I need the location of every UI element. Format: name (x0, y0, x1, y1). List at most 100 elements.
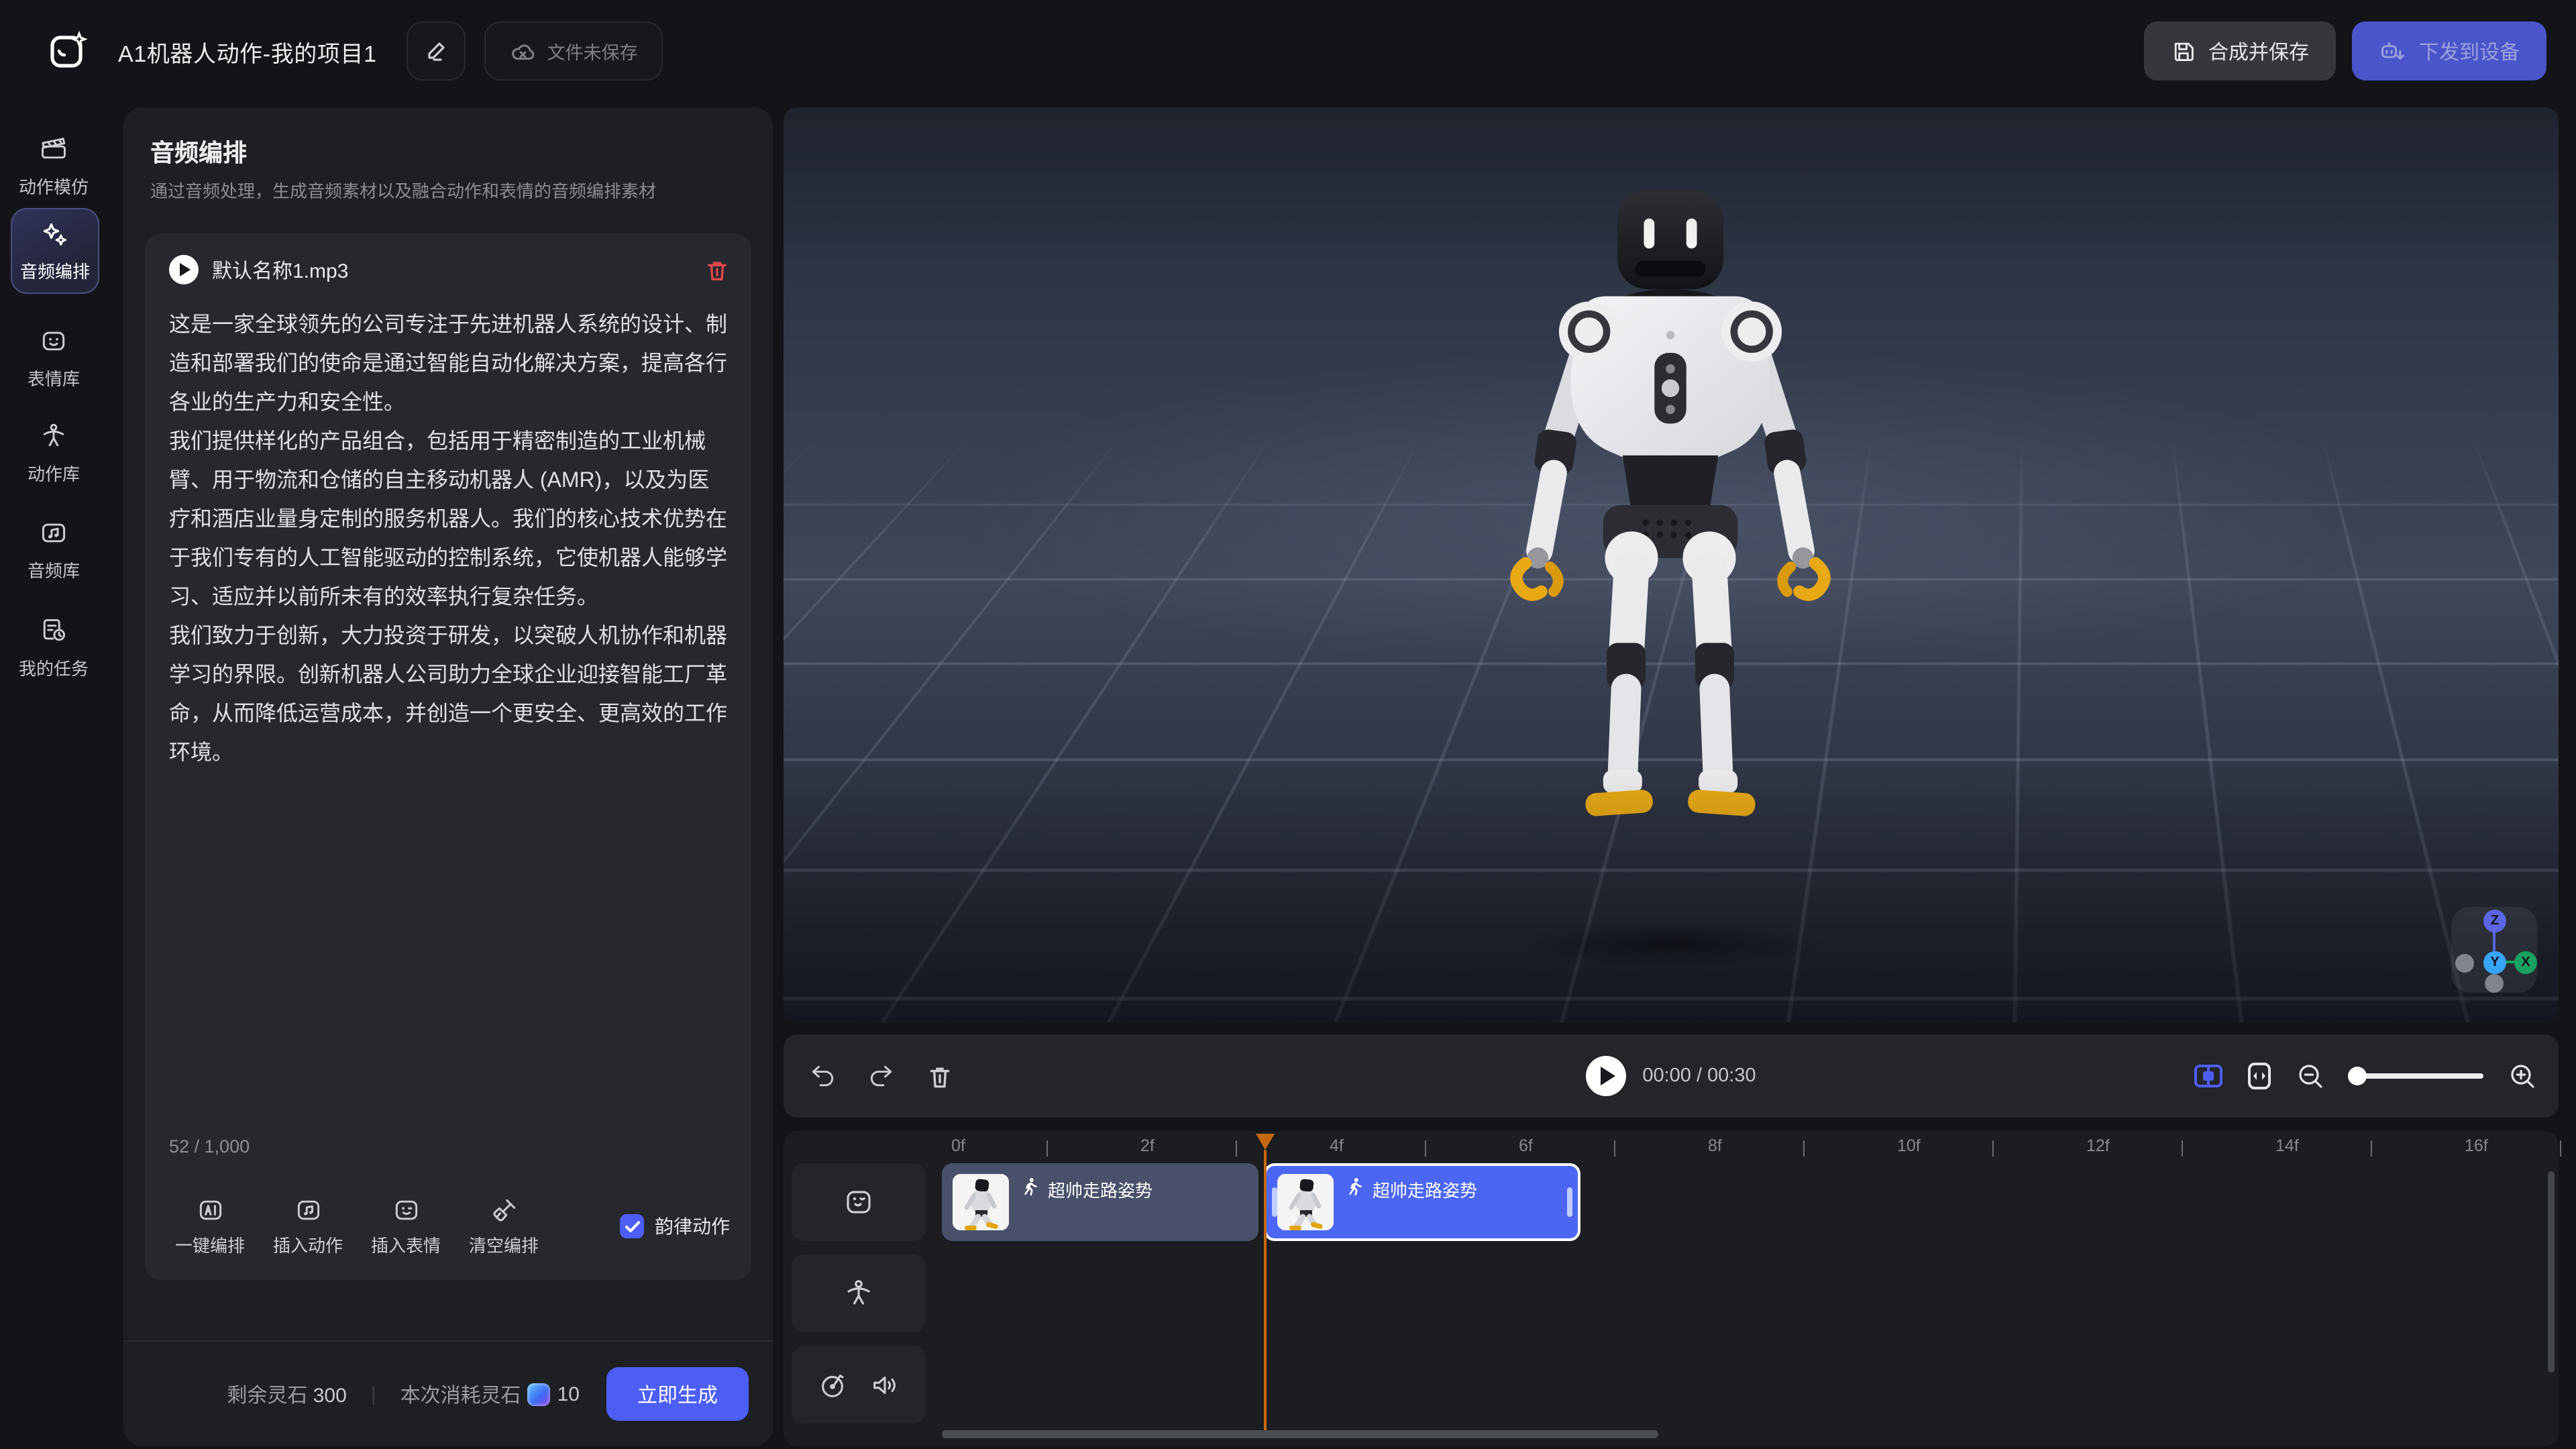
sidebar-item-motion-library[interactable]: 动作库 (0, 421, 107, 486)
sidebar-label: 我的任务 (19, 655, 89, 680)
timeline-clip-selected[interactable]: 超帅走路姿势 (1264, 1163, 1580, 1241)
sidebar-label: 音频编排 (20, 257, 90, 282)
cost-label: 本次消耗灵石 (400, 1380, 521, 1408)
cloud-x-icon (510, 38, 535, 64)
timeline-ruler[interactable]: 0f2f4f6f8f10f12f14f16f (942, 1136, 2548, 1163)
clapperboard-icon (39, 134, 68, 164)
timeline-horizontal-scrollbar[interactable] (942, 1430, 1658, 1438)
play-audio-button[interactable] (169, 255, 199, 284)
person-icon (39, 421, 68, 451)
gizmo-z-axis[interactable]: Z (2483, 910, 2506, 932)
floppy-icon (2171, 39, 2195, 63)
generate-now-button[interactable]: 立即生成 (606, 1367, 749, 1421)
gizmo-y-axis[interactable]: Y (2483, 951, 2506, 974)
speaker-icon (869, 1369, 900, 1400)
save-button[interactable]: 合成并保存 (2144, 21, 2336, 80)
wink-face-icon (843, 1186, 875, 1218)
clip-label: 超帅走路姿势 (1048, 1177, 1152, 1202)
timeline-clip[interactable]: 超帅走路姿势 (942, 1163, 1258, 1241)
sidebar-item-expression-library[interactable]: 表情库 (0, 326, 107, 390)
panel-title: 音频编排 (150, 134, 247, 169)
ruler-label: 10f (1897, 1136, 1921, 1155)
sidebar-item-my-tasks[interactable]: 我的任务 (0, 616, 107, 680)
zoom-out-button[interactable] (2296, 1061, 2325, 1091)
walking-icon (1346, 1177, 1364, 1197)
rhythm-label: 韵律动作 (655, 1213, 730, 1240)
insert-motion-button[interactable]: 插入动作 (259, 1195, 357, 1257)
ruler-tick (2370, 1140, 2372, 1157)
rhythm-motion-toggle[interactable]: 韵律动作 (620, 1213, 730, 1240)
rename-button[interactable] (407, 21, 466, 80)
ruler-label: 6f (1519, 1136, 1533, 1155)
ruler-label: 16f (2465, 1136, 2488, 1155)
gem-icon (528, 1383, 551, 1405)
ruler-tick (1046, 1140, 1048, 1157)
ruler-label: 0f (951, 1136, 965, 1155)
sidebar: 动作模仿 音频编排 表情库 动作库 (0, 102, 107, 1449)
top-bar: A1机器人动作-我的项目1 文件未保存 合成并保存 (0, 0, 2576, 102)
project-title: A1机器人动作-我的项目1 (118, 34, 377, 68)
remaining-value: 300 (313, 1384, 347, 1407)
timeline-tracks: 超帅走路姿势 (942, 1163, 2548, 1428)
ruler-tick (1424, 1140, 1426, 1157)
sparkles-icon (40, 219, 70, 249)
gizmo-neg-x-axis[interactable] (2455, 954, 2474, 973)
ruler-tick (2181, 1140, 2183, 1157)
top-actions: 合成并保存 下发到设备 (2144, 21, 2546, 80)
ruler-tick (1613, 1140, 1615, 1157)
panel-subtitle: 通过音频处理，生成音频素材以及融合动作和表情的音频编排素材 (150, 177, 656, 203)
keyframe-track-button[interactable] (2194, 1063, 2223, 1089)
audio-filename: 默认名称1.mp3 (212, 256, 348, 284)
cost-value: 10 (557, 1383, 580, 1405)
motion-track-header (792, 1254, 926, 1332)
playhead[interactable] (1256, 1134, 1275, 1437)
audio-track-header (792, 1346, 926, 1424)
sidebar-label: 表情库 (28, 365, 80, 390)
gizmo-neg-z-axis[interactable] (2485, 974, 2504, 993)
zoom-in-button[interactable] (2508, 1061, 2537, 1091)
vignette-overlay (784, 107, 2559, 1022)
gizmo-x-axis[interactable]: X (2514, 951, 2537, 974)
tool-label: 插入表情 (371, 1232, 441, 1257)
delete-audio-button[interactable] (704, 257, 730, 282)
app-logo-icon (46, 28, 91, 74)
metronome-icon (817, 1369, 848, 1400)
viewport-3d[interactable]: Z Y X (784, 107, 2559, 1022)
footer-divider: | (366, 1383, 382, 1405)
tool-label: 插入动作 (273, 1232, 343, 1257)
broom-icon (489, 1195, 519, 1225)
deploy-to-device-button[interactable]: 下发到设备 (2352, 21, 2546, 80)
fit-timeline-button[interactable] (2247, 1061, 2271, 1091)
slider-handle[interactable] (2348, 1067, 2367, 1085)
ruler-tick (1803, 1140, 1805, 1157)
deploy-button-label: 下发到设备 (2419, 37, 2520, 65)
insert-expression-button[interactable]: 插入表情 (357, 1195, 455, 1257)
script-text-area[interactable]: 这是一家全球领先的公司专注于先进机器人系统的设计、制造和部署我们的使命是通过智能… (169, 306, 730, 773)
ruler-label: 8f (1708, 1136, 1722, 1155)
sidebar-item-motion-mimic[interactable]: 动作模仿 (0, 134, 107, 199)
panel-footer: 剩余灵石 300 | 本次消耗灵石 10 立即生成 (123, 1340, 773, 1446)
play-button[interactable] (1586, 1056, 1626, 1096)
tool-label: 清空编排 (469, 1232, 539, 1257)
ruler-label: 12f (2086, 1136, 2110, 1155)
face-box-icon (391, 1195, 421, 1225)
expression-track-header (792, 1163, 926, 1241)
timeline-zoom-slider[interactable] (2349, 1073, 2483, 1079)
sidebar-label: 动作模仿 (19, 173, 89, 199)
sidebar-item-audio-library[interactable]: 音频库 (0, 518, 107, 582)
timeline-vertical-scrollbar[interactable] (2548, 1171, 2555, 1373)
clip-right-handle[interactable] (1567, 1187, 1572, 1217)
clear-arrange-button[interactable]: 清空编排 (455, 1195, 553, 1257)
time-display: 00:00 / 00:30 (1642, 1065, 1756, 1087)
audio-file-row: 默认名称1.mp3 (169, 252, 730, 287)
clip-label: 超帅走路姿势 (1373, 1177, 1477, 1202)
auto-arrange-button[interactable]: 一键编排 (161, 1195, 259, 1257)
timeline-section: 0f2f4f6f8f10f12f14f16f (784, 1131, 2559, 1446)
ruler-tick (1235, 1140, 1237, 1157)
file-unsaved-status[interactable]: 文件未保存 (484, 21, 663, 80)
music-box-icon (293, 1195, 323, 1225)
remaining-label: 剩余灵石 (227, 1384, 307, 1407)
sidebar-item-audio-arrange[interactable]: 音频编排 (11, 208, 99, 294)
ruler-label: 2f (1140, 1136, 1155, 1155)
rhythm-checkbox[interactable] (620, 1214, 644, 1238)
